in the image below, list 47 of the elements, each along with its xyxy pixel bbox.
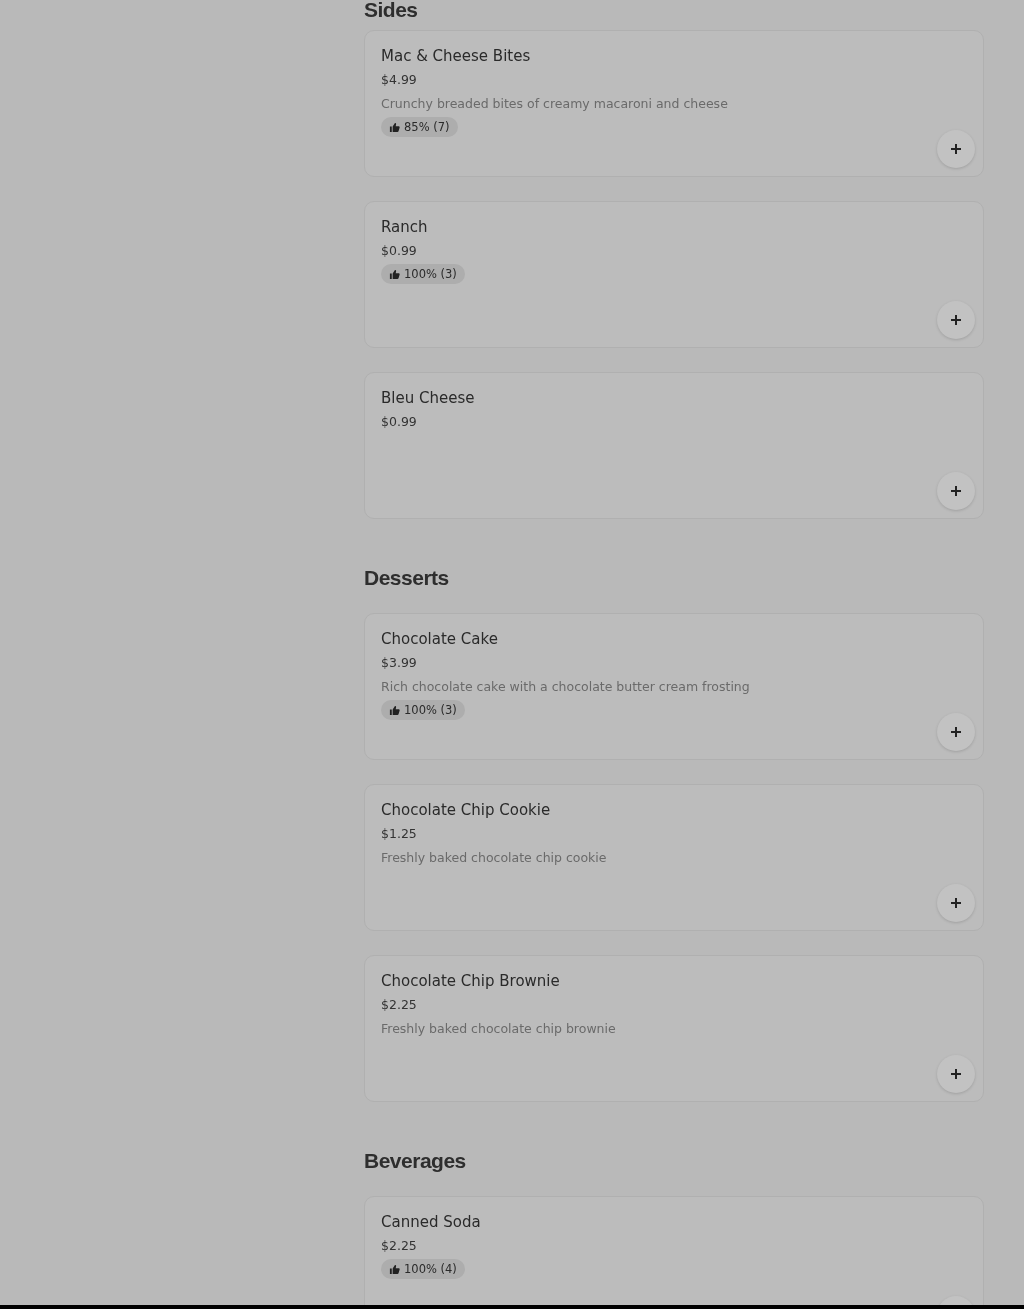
item-name: Ranch <box>381 217 428 238</box>
plus-icon <box>950 143 962 155</box>
item-price: $0.99 <box>381 413 417 431</box>
item-price: $2.25 <box>381 996 417 1014</box>
rating-text: 100% (3) <box>404 267 457 281</box>
item-price: $3.99 <box>381 654 417 672</box>
section-heading: Beverages <box>364 1148 467 1174</box>
plus-icon <box>950 485 962 497</box>
section-heading: Sides <box>364 0 419 22</box>
item-description: Rich chocolate cake with a chocolate butter cream frosting <box>381 678 750 696</box>
add-button[interactable] <box>937 1055 975 1093</box>
item-name: Chocolate Chip Cookie <box>381 800 551 821</box>
rating-text: 100% (3) <box>404 703 457 717</box>
plus-icon <box>950 1068 962 1080</box>
thumbs-up-icon <box>389 268 400 280</box>
item-name: Canned Soda <box>381 1212 481 1233</box>
add-button[interactable] <box>937 472 975 510</box>
plus-icon <box>950 314 962 326</box>
menu-item-card[interactable]: Bleu Cheese $0.99 <box>364 372 984 519</box>
item-description: Crunchy breaded bites of creamy macaroni and cheese <box>381 95 728 113</box>
item-price: $4.99 <box>381 71 417 89</box>
thumbs-up-icon <box>389 121 400 133</box>
thumbs-up-icon <box>389 704 400 716</box>
add-button[interactable] <box>937 713 975 751</box>
item-name: Chocolate Chip Brownie <box>381 971 560 992</box>
item-price: $0.99 <box>381 242 417 260</box>
item-price: $1.25 <box>381 825 417 843</box>
item-price: $2.25 <box>381 1237 417 1255</box>
menu-item-card[interactable]: Chocolate Cake $3.99 Rich chocolate cake with a chocolate butter cream frosting 100% (3) <box>364 613 984 760</box>
add-button[interactable] <box>937 884 975 922</box>
menu-item-card[interactable]: Chocolate Chip Cookie $1.25 Freshly baked chocolate chip cookie <box>364 784 984 931</box>
thumbs-up-icon <box>389 1263 400 1275</box>
item-name: Chocolate Cake <box>381 629 498 650</box>
item-description: Freshly baked chocolate chip cookie <box>381 849 607 867</box>
menu-item-card[interactable]: Mac & Cheese Bites $4.99 Crunchy breaded bites of creamy macaroni and cheese 85% (7) <box>364 30 984 177</box>
plus-icon <box>950 726 962 738</box>
menu-item-card[interactable]: Ranch $0.99 100% (3) <box>364 201 984 348</box>
add-button[interactable] <box>937 130 975 168</box>
plus-icon <box>950 897 962 909</box>
rating-text: 85% (7) <box>404 120 450 134</box>
add-button[interactable] <box>937 301 975 339</box>
rating-text: 100% (4) <box>404 1262 457 1276</box>
item-description: Freshly baked chocolate chip brownie <box>381 1020 616 1038</box>
item-name: Bleu Cheese <box>381 388 475 409</box>
item-name: Mac & Cheese Bites <box>381 46 531 67</box>
section-heading: Desserts <box>364 565 450 591</box>
menu-item-card[interactable]: Chocolate Chip Brownie $2.25 Freshly baked chocolate chip brownie <box>364 955 984 1102</box>
